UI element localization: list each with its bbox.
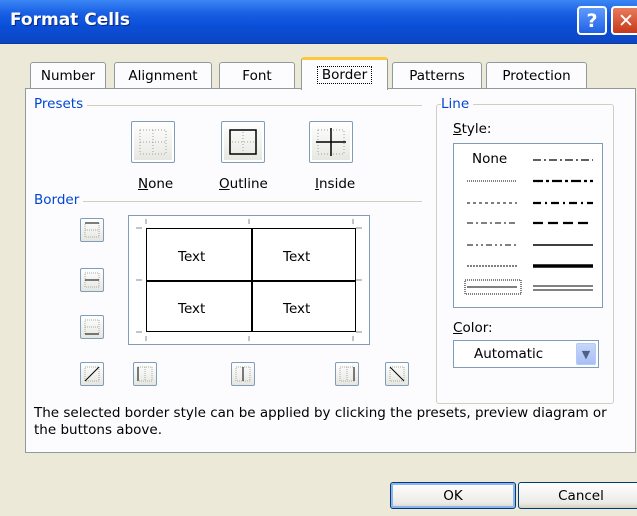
preset-inside-icon — [316, 128, 346, 156]
preset-none-button[interactable] — [131, 121, 175, 163]
preset-none-icon — [139, 129, 167, 155]
tab-label: Patterns — [409, 67, 465, 84]
style-label: Style: — [453, 121, 492, 137]
diagonal-up-icon — [84, 366, 100, 382]
preset-outline-label: Outline — [219, 176, 268, 192]
border-diagonal-up-button[interactable] — [80, 362, 104, 386]
border-bottom-button[interactable] — [80, 315, 104, 339]
color-dropdown[interactable]: Automatic ▼ — [453, 340, 599, 368]
tab-border[interactable]: Border — [301, 57, 388, 90]
line-group-label: Line — [441, 96, 474, 112]
close-button[interactable]: ✕ — [611, 6, 637, 35]
border-right-button[interactable] — [335, 362, 359, 386]
preview-cell-text: Text — [283, 249, 311, 265]
border-inside-vertical-icon — [235, 366, 251, 382]
border-top-icon — [84, 222, 100, 238]
tab-label: Number — [40, 67, 96, 84]
preset-outline-button[interactable] — [221, 121, 265, 163]
help-icon: ? — [586, 9, 598, 32]
cancel-button[interactable]: Cancel — [518, 482, 637, 509]
preset-none-label: None — [138, 176, 174, 192]
ok-button-label: OK — [443, 487, 463, 504]
border-left-button[interactable] — [133, 362, 157, 386]
border-left-icon — [137, 366, 153, 382]
border-bottom-icon — [84, 319, 100, 335]
color-label: Color: — [453, 320, 493, 336]
border-right-icon — [339, 366, 355, 382]
color-dropdown-value: Automatic — [474, 346, 544, 362]
cancel-button-label: Cancel — [558, 487, 604, 504]
info-text: The selected border style can be applied… — [34, 405, 607, 438]
tab-label: Font — [242, 67, 272, 84]
tab-number[interactable]: Number — [30, 62, 106, 88]
preset-outline-icon — [229, 129, 257, 155]
border-inside-horizontal-button[interactable] — [80, 268, 104, 292]
presets-group-label: Presets — [34, 96, 88, 112]
tab-protection[interactable]: Protection — [486, 62, 587, 88]
border-divider — [34, 201, 422, 202]
presets-divider — [34, 105, 422, 106]
border-top-button[interactable] — [80, 218, 104, 242]
chevron-down-icon[interactable]: ▼ — [576, 343, 596, 365]
tab-label: Alignment — [128, 67, 198, 84]
border-diagonal-down-button[interactable] — [385, 362, 409, 386]
tab-patterns[interactable]: Patterns — [392, 62, 482, 88]
border-inside-vertical-button[interactable] — [231, 362, 255, 386]
tab-alignment[interactable]: Alignment — [114, 62, 212, 88]
ok-button[interactable]: OK — [390, 482, 516, 509]
preview-horizontal-line — [147, 280, 355, 282]
preset-inside-button[interactable] — [309, 121, 353, 163]
preview-cell-text: Text — [178, 301, 206, 317]
window-title: Format Cells — [10, 10, 130, 30]
border-inside-horizontal-icon — [84, 272, 100, 288]
preview-cell-text: Text — [283, 301, 311, 317]
preset-inside-label: Inside — [315, 176, 356, 192]
diagonal-down-icon — [389, 366, 405, 382]
preview-cell-text: Text — [178, 249, 206, 265]
help-button[interactable]: ? — [577, 6, 607, 35]
tab-label: Border — [316, 66, 373, 84]
close-icon: ✕ — [618, 9, 634, 32]
tab-font[interactable]: Font — [219, 62, 295, 88]
tab-label: Protection — [502, 67, 571, 84]
border-group-label: Border — [34, 192, 84, 208]
line-style-samples — [464, 159, 593, 295]
title-bar: Format Cells ? ✕ — [0, 0, 637, 44]
